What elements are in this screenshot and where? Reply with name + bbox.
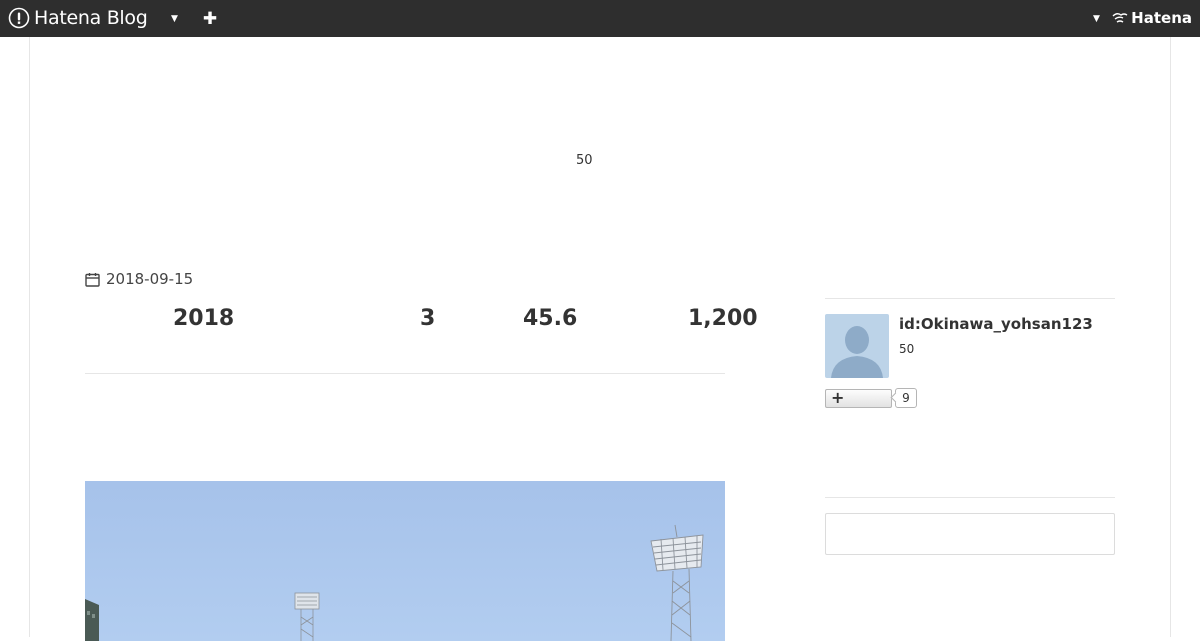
hatena-blog-brand[interactable]: Hatena Blog [8,6,148,30]
stat-value-1: 3 [420,306,436,331]
user-silhouette-icon [831,326,883,378]
blog-menu-dropdown[interactable]: ▼ [168,0,184,37]
subscribe-button[interactable]: + [825,388,892,408]
entry-photo[interactable] [85,481,725,641]
stat-year: 2018 [173,306,235,331]
hatena-logo-icon [1112,13,1128,23]
sidebar-divider [825,497,1115,498]
top-bar: Hatena Blog ▼ ✚ ▼ Hatena [0,0,1200,37]
brand-name: Hatena Blog [34,7,148,29]
chevron-down-icon: ▼ [171,13,178,24]
stat-value-3: 1,200 [688,306,758,331]
plus-icon: + [831,388,845,407]
stadium-light-towers-illustration [85,524,704,641]
stat-value-2: 45.6 [523,306,578,331]
plus-icon: ✚ [202,8,218,29]
hatena-blog-logo-icon [8,7,30,29]
sidebar-divider [825,298,1115,299]
account-menu-dropdown[interactable]: ▼ [1090,0,1106,37]
calendar-icon [85,272,100,287]
entry-date-text: 2018-09-15 [106,270,194,288]
new-entry-button[interactable]: ✚ [200,0,220,37]
hatena-logo-text: Hatena [1131,9,1192,27]
entry-date[interactable]: 2018-09-15 [85,270,193,288]
avatar[interactable] [825,314,889,378]
chevron-down-icon: ▼ [1093,13,1100,24]
subscriber-count-badge: 9 [895,388,917,408]
search-input[interactable] [825,513,1115,555]
user-count: 50 [899,342,915,356]
hatena-logo[interactable]: Hatena [1112,9,1192,27]
entry-divider [85,373,725,374]
user-id-link[interactable]: id:Okinawa_yohsan123 [899,315,1093,333]
ad-count: 50 [576,153,593,168]
